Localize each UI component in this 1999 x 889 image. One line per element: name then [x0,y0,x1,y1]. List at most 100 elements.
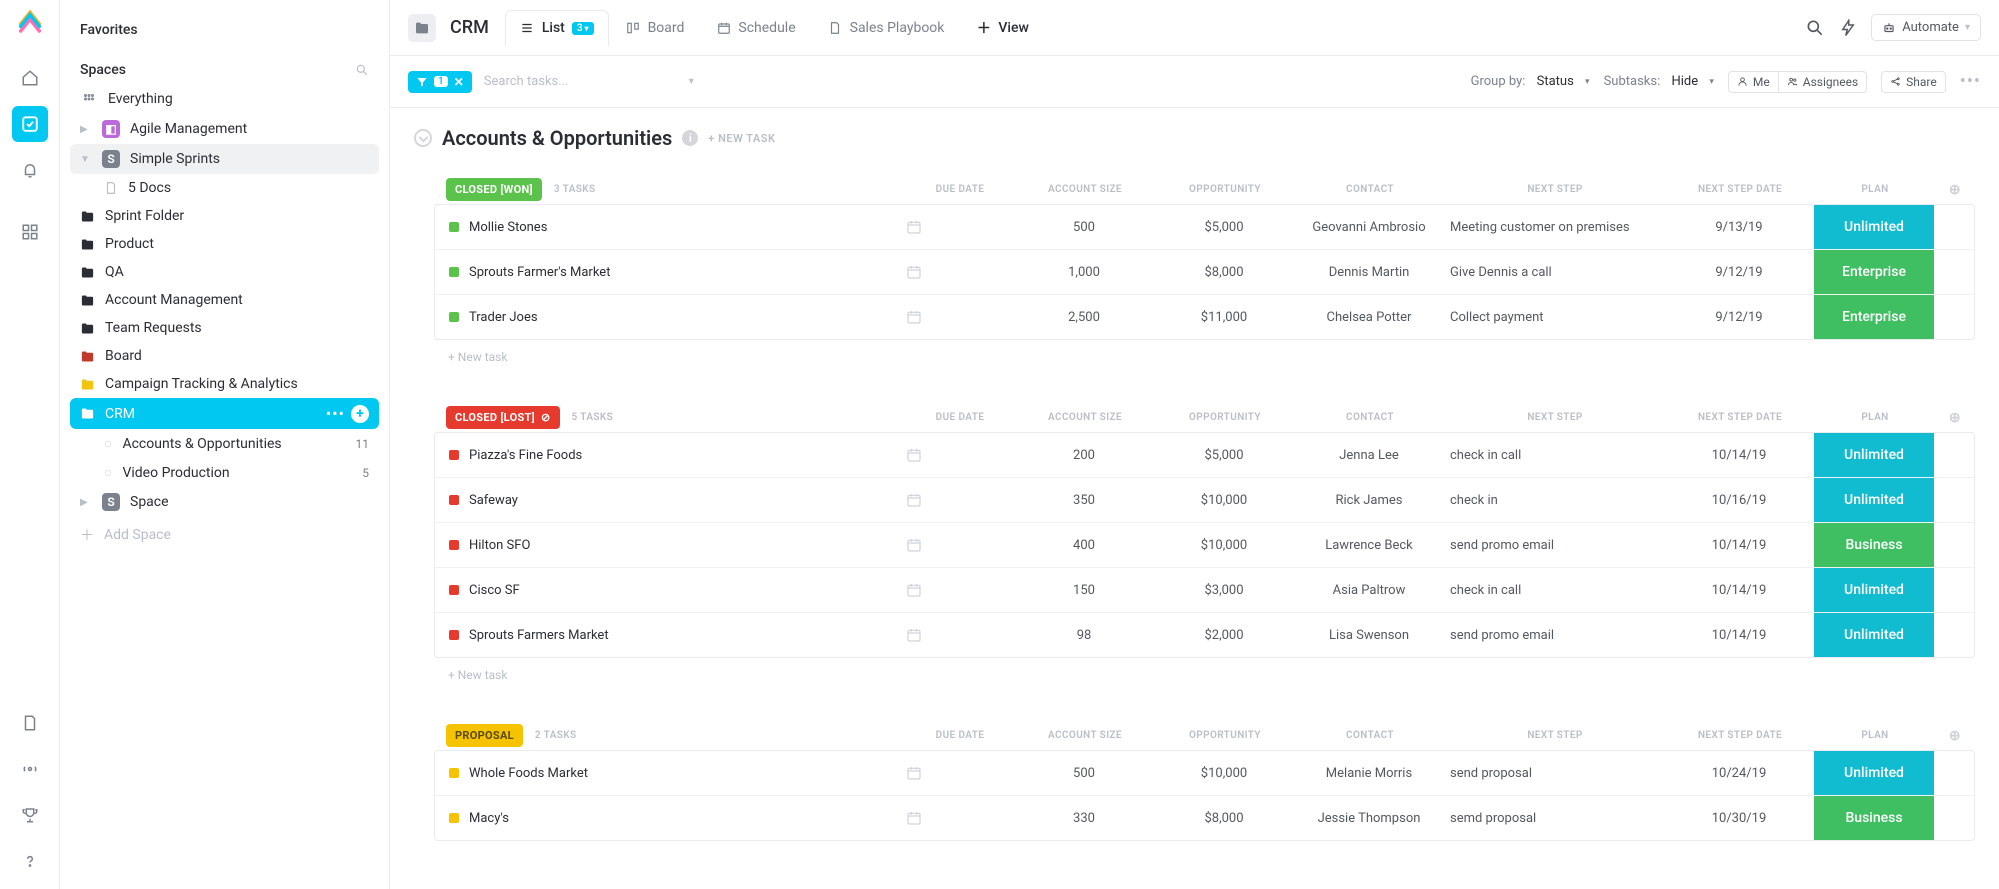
search-icon[interactable] [1805,18,1825,38]
due-date-cell[interactable] [904,578,1014,602]
opportunity-cell[interactable]: $5,000 [1154,216,1294,239]
next-step-date-cell[interactable]: 10/24/19 [1664,762,1814,785]
plan-cell[interactable]: Unlimited [1814,478,1934,522]
add-column-button[interactable]: ⊕ [1935,728,1975,744]
contact-cell[interactable]: Dennis Martin [1294,261,1444,284]
account-size-cell[interactable]: 500 [1014,216,1154,239]
plan-cell[interactable]: Business [1814,523,1934,567]
search-icon[interactable] [355,63,369,77]
task-row[interactable]: Sprouts Farmers Market 98 $2,000 Lisa Sw… [435,613,1974,657]
sidebar-folder[interactable]: Product [70,230,379,258]
due-date-cell[interactable] [904,443,1014,467]
account-size-cell[interactable]: 400 [1014,534,1154,557]
sidebar-folder[interactable]: Team Requests [70,314,379,342]
bolt-icon[interactable] [1839,19,1857,37]
plan-cell[interactable]: Unlimited [1814,613,1934,657]
sidebar-space-generic[interactable]: ▶ S Space [70,487,379,517]
add-list-button[interactable]: + [351,405,369,423]
subtasks-dropdown[interactable]: Subtasks: Hide ▾ [1604,74,1714,89]
next-step-cell[interactable]: Meeting customer on premises [1444,216,1664,239]
plan-cell[interactable]: Unlimited [1814,205,1934,249]
rail-docs-button[interactable] [12,705,48,741]
account-size-cell[interactable]: 2,500 [1014,306,1154,329]
sidebar-spaces-header[interactable]: Spaces [70,56,379,84]
status-chip[interactable]: PROPOSAL [446,724,523,747]
contact-cell[interactable]: Chelsea Potter [1294,306,1444,329]
plan-cell[interactable]: Unlimited [1814,751,1934,795]
next-step-date-cell[interactable]: 10/14/19 [1664,579,1814,602]
status-chip[interactable]: CLOSED [WON] [446,178,542,201]
next-step-date-cell[interactable]: 10/16/19 [1664,489,1814,512]
search-tasks[interactable]: Search tasks... ▾ [484,74,694,89]
new-task-inline[interactable]: + New task [434,340,1975,364]
more-icon[interactable]: ••• [326,404,345,423]
close-icon[interactable]: ✕ [454,75,464,89]
next-step-cell[interactable]: check in [1444,489,1664,512]
next-step-date-cell[interactable]: 10/14/19 [1664,624,1814,647]
rail-tasks-button[interactable] [12,106,48,142]
sidebar-folder[interactable]: CRM •••+ [70,398,379,429]
plan-cell[interactable]: Unlimited [1814,433,1934,477]
due-date-cell[interactable] [904,533,1014,557]
add-column-button[interactable]: ⊕ [1935,182,1975,198]
status-chip[interactable]: CLOSED [LOST] ⊘ [446,406,560,429]
tab-add-view[interactable]: ＋ View [961,10,1044,45]
folder-icon[interactable] [408,14,436,42]
rail-apps-button[interactable] [12,214,48,250]
add-space-button[interactable]: ＋ Add Space [70,517,379,553]
task-row[interactable]: Macy's 330 $8,000 Jessie Thompson semd p… [435,796,1974,840]
tab-list[interactable]: List 3▾ [505,10,609,46]
account-size-cell[interactable]: 330 [1014,807,1154,830]
due-date-cell[interactable] [904,623,1014,647]
contact-cell[interactable]: Rick James [1294,489,1444,512]
tab-sales-playbook[interactable]: Sales Playbook [813,10,960,45]
opportunity-cell[interactable]: $10,000 [1154,489,1294,512]
tab-schedule[interactable]: Schedule [701,10,810,45]
sidebar-folder[interactable]: QA [70,258,379,286]
next-step-cell[interactable]: send proposal [1444,762,1664,785]
plan-cell[interactable]: Enterprise [1814,250,1934,294]
sidebar-folder[interactable]: Sprint Folder [70,202,379,230]
contact-cell[interactable]: Asia Paltrow [1294,579,1444,602]
sidebar-folder[interactable]: Campaign Tracking & Analytics [70,370,379,398]
next-step-cell[interactable]: Give Dennis a call [1444,261,1664,284]
contact-cell[interactable]: Jessie Thompson [1294,807,1444,830]
plan-cell[interactable]: Business [1814,796,1934,840]
opportunity-cell[interactable]: $10,000 [1154,762,1294,785]
rail-goals-button[interactable] [12,797,48,833]
contact-cell[interactable]: Lisa Swenson [1294,624,1444,647]
rail-help-button[interactable] [12,843,48,879]
due-date-cell[interactable] [904,761,1014,785]
due-date-cell[interactable] [904,806,1014,830]
opportunity-cell[interactable]: $3,000 [1154,579,1294,602]
account-size-cell[interactable]: 150 [1014,579,1154,602]
task-row[interactable]: Safeway 350 $10,000 Rick James check in … [435,478,1974,523]
next-step-cell[interactable]: check in call [1444,444,1664,467]
next-step-date-cell[interactable]: 10/30/19 [1664,807,1814,830]
sidebar-folder[interactable]: Board [70,342,379,370]
assignees-filter-button[interactable]: Assignees [1779,71,1867,93]
account-size-cell[interactable]: 500 [1014,762,1154,785]
opportunity-cell[interactable]: $8,000 [1154,807,1294,830]
contact-cell[interactable]: Jenna Lee [1294,444,1444,467]
due-date-cell[interactable] [904,488,1014,512]
tab-board[interactable]: Board [611,10,700,45]
opportunity-cell[interactable]: $10,000 [1154,534,1294,557]
more-icon[interactable]: ••• [1960,71,1981,92]
next-step-cell[interactable]: send promo email [1444,534,1664,557]
sidebar-favorites-header[interactable]: Favorites [70,16,379,44]
automate-button[interactable]: Automate ▾ [1871,14,1981,41]
due-date-cell[interactable] [904,305,1014,329]
next-step-date-cell[interactable]: 10/14/19 [1664,444,1814,467]
due-date-cell[interactable] [904,260,1014,284]
next-step-cell[interactable]: send promo email [1444,624,1664,647]
new-task-button[interactable]: + NEW TASK [708,132,775,145]
task-row[interactable]: Sprouts Farmer's Market 1,000 $8,000 Den… [435,250,1974,295]
add-column-button[interactable]: ⊕ [1935,410,1975,426]
next-step-cell[interactable]: semd proposal [1444,807,1664,830]
next-step-date-cell[interactable]: 9/12/19 [1664,261,1814,284]
task-row[interactable]: Piazza's Fine Foods 200 $5,000 Jenna Lee… [435,433,1974,478]
contact-cell[interactable]: Melanie Morris [1294,762,1444,785]
task-row[interactable]: Mollie Stones 500 $5,000 Geovanni Ambros… [435,205,1974,250]
due-date-cell[interactable] [904,215,1014,239]
